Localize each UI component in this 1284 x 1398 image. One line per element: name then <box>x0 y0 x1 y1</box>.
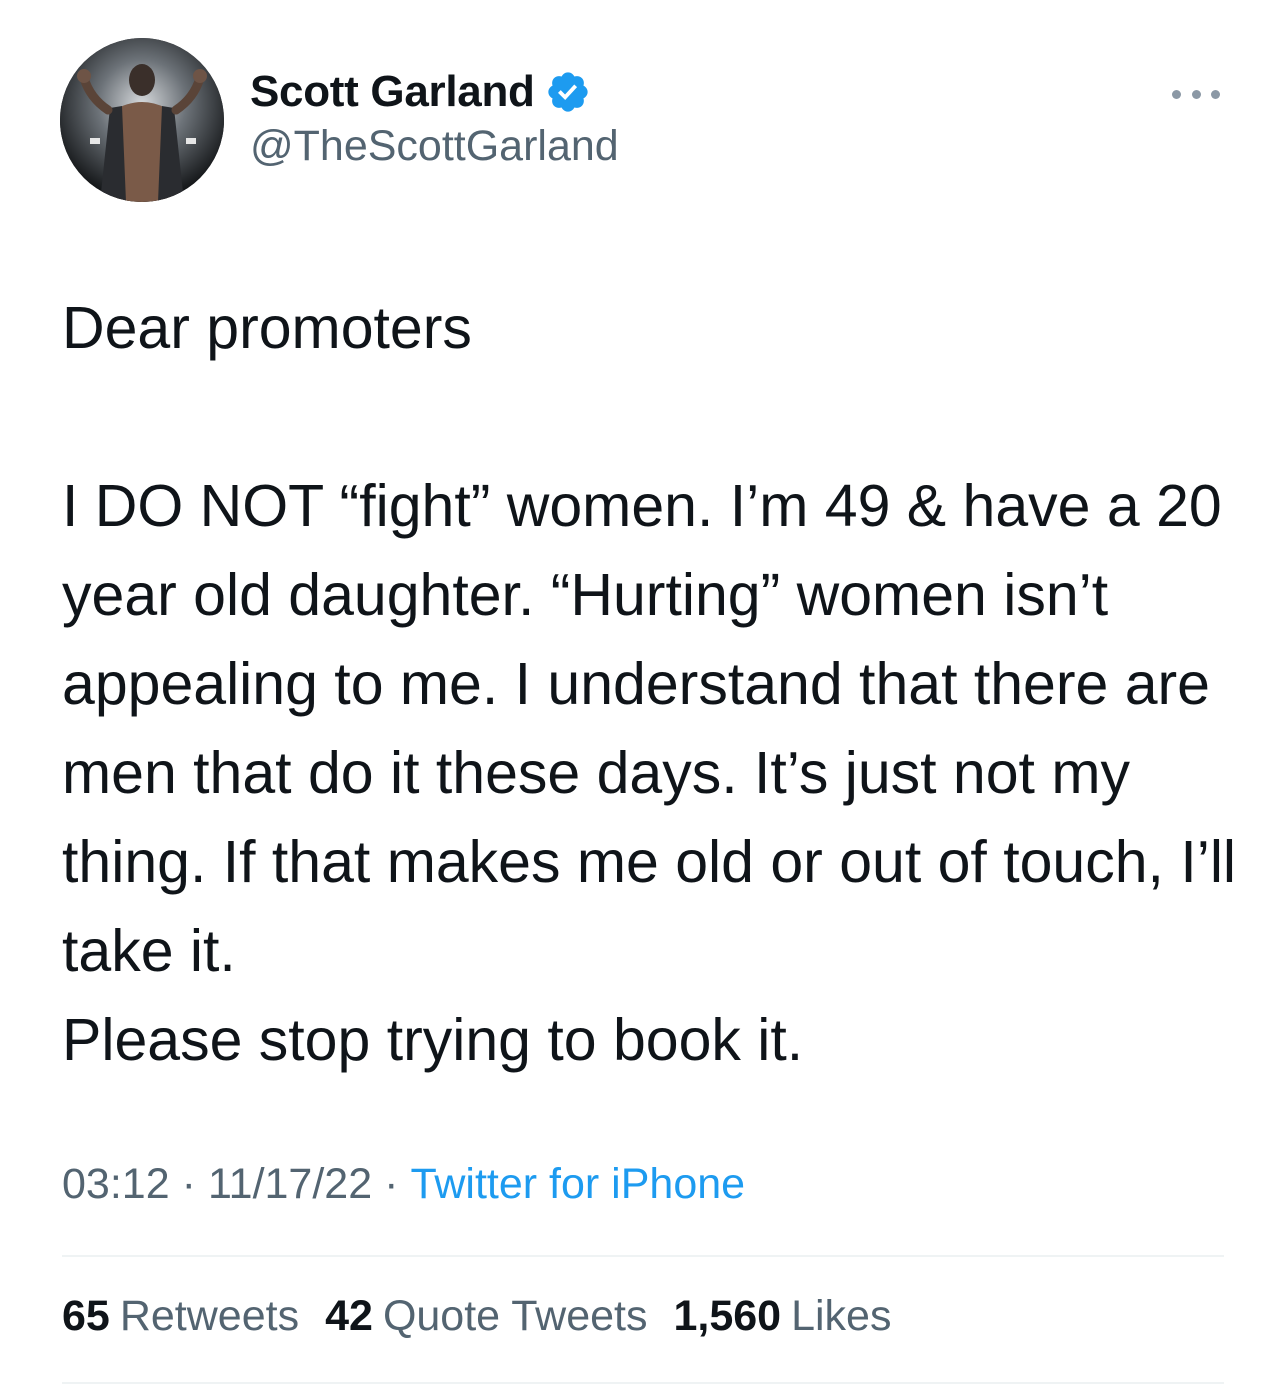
divider <box>62 1382 1224 1384</box>
avatar[interactable] <box>60 38 224 202</box>
divider <box>62 1255 1224 1257</box>
likes-label: Likes <box>791 1292 892 1340</box>
quote-tweets-label: Quote Tweets <box>382 1292 648 1340</box>
more-options-icon[interactable] <box>1166 74 1226 114</box>
author-handle[interactable]: @TheScottGarland <box>250 122 619 171</box>
retweets-label: Retweets <box>119 1292 300 1340</box>
meta-separator: · <box>384 1160 399 1208</box>
likes-count: 1,560 <box>673 1292 782 1340</box>
tweet-source-link[interactable]: Twitter for iPhone <box>410 1160 745 1208</box>
retweets-stat[interactable]: 65 Retweets <box>62 1292 299 1341</box>
tweet-stats: 65 Retweets 42 Quote Tweets 1,560 Likes <box>62 1292 891 1341</box>
author-display-name[interactable]: Scott Garland <box>250 67 535 117</box>
profile-photo-icon <box>60 38 224 202</box>
tweet-time[interactable]: 03:12 <box>62 1160 170 1208</box>
likes-stat[interactable]: 1,560 Likes <box>673 1292 891 1341</box>
tweet-date[interactable]: 11/17/22 <box>208 1160 372 1208</box>
verified-badge-icon <box>545 69 591 115</box>
tweet-text: Dear promoters I DO NOT “fight” women. I… <box>62 295 1237 1073</box>
quote-tweets-stat[interactable]: 42 Quote Tweets <box>325 1292 647 1341</box>
quote-tweets-count: 42 <box>325 1292 373 1340</box>
meta-separator: · <box>181 1160 196 1208</box>
retweets-count: 65 <box>62 1292 110 1340</box>
tweet-meta: 03:12 · 11/17/22 · Twitter for iPhone <box>62 1160 745 1209</box>
author-name-row[interactable]: Scott Garland <box>250 62 591 122</box>
